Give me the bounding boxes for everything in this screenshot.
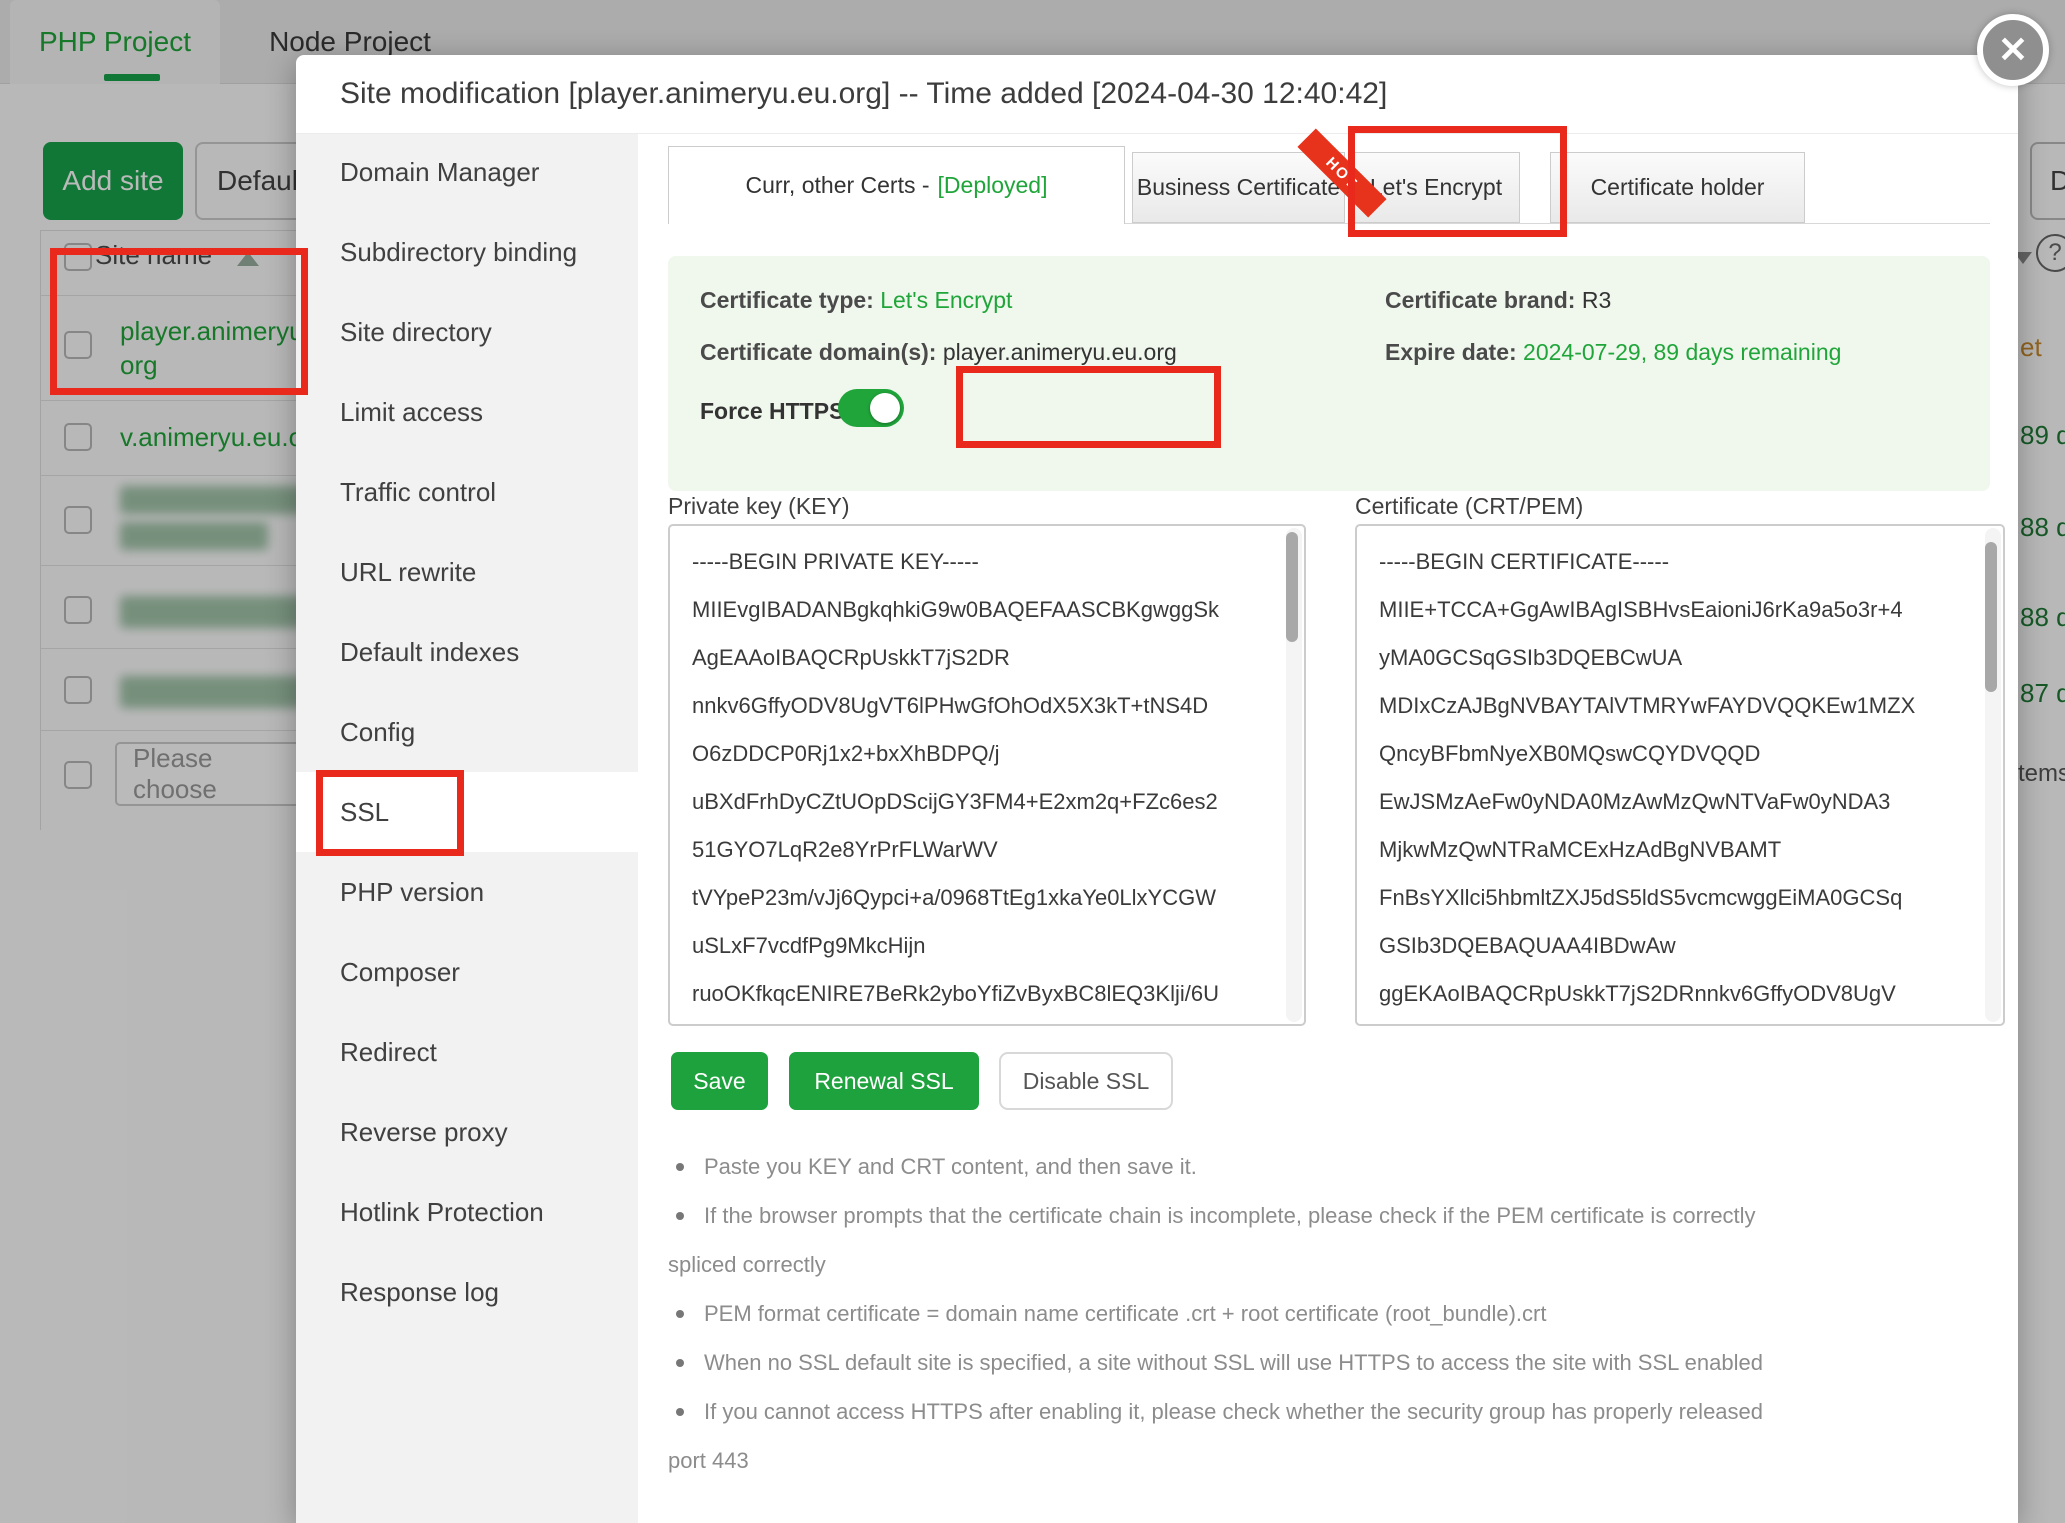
certificate-type-value: Let's Encrypt xyxy=(880,287,1012,313)
tab-lets-encrypt[interactable]: Let's Encrypt xyxy=(1352,152,1520,223)
expire-date-value: 2024-07-29, 89 days remaining xyxy=(1523,339,1841,365)
sidebar-item-ssl[interactable]: SSL xyxy=(296,772,638,852)
bullet-icon xyxy=(676,1212,684,1220)
bullet-icon xyxy=(676,1163,684,1171)
tab-certificate-holder[interactable]: Certificate holder xyxy=(1550,152,1805,223)
tab-current-certs[interactable]: Curr, other Certs - [Deployed] xyxy=(668,146,1125,224)
dialog-sidebar: Domain ManagerSubdirectory bindingSite d… xyxy=(296,134,638,1523)
sidebar-item-default-indexes[interactable]: Default indexes xyxy=(296,612,638,692)
private-key-scrollbar[interactable] xyxy=(1286,528,1302,1022)
tab-current-certs-label: Curr, other Certs - xyxy=(745,172,929,199)
screen: PHP Project Node Project Add site Defaul… xyxy=(0,0,2065,1523)
bullet-icon xyxy=(676,1408,684,1416)
force-https-label: Force HTTPS: xyxy=(700,398,852,425)
sidebar-item-subdirectory-binding[interactable]: Subdirectory binding xyxy=(296,212,638,292)
deployed-badge: [Deployed] xyxy=(938,172,1048,199)
sidebar-item-url-rewrite[interactable]: URL rewrite xyxy=(296,532,638,612)
sidebar-item-domain-manager[interactable]: Domain Manager xyxy=(296,132,638,212)
sidebar-item-reverse-proxy[interactable]: Reverse proxy xyxy=(296,1092,638,1172)
expire-date-label: Expire date: xyxy=(1385,339,1517,365)
private-key-field-wrap: -----BEGIN PRIVATE KEY----- MIIEvgIBADAN… xyxy=(668,524,1306,1026)
note-text: When no SSL default site is specified, a… xyxy=(704,1338,1763,1387)
sidebar-item-hotlink-protection[interactable]: Hotlink Protection xyxy=(296,1172,638,1252)
sidebar-item-site-directory[interactable]: Site directory xyxy=(296,292,638,372)
certificate-domain-value: player.animeryu.eu.org xyxy=(943,339,1177,365)
toggle-knob xyxy=(870,393,900,423)
sidebar-item-traffic-control[interactable]: Traffic control xyxy=(296,452,638,532)
certificate-type-label: Certificate type: xyxy=(700,287,874,313)
certificate-brand-value: R3 xyxy=(1582,287,1611,313)
note-text: Paste you KEY and CRT content, and then … xyxy=(704,1142,1197,1191)
sidebar-item-composer[interactable]: Composer xyxy=(296,932,638,1012)
note-text: If the browser prompts that the certific… xyxy=(704,1191,1756,1240)
note-text: spliced correctly xyxy=(668,1240,826,1289)
note-line: PEM format certificate = domain name cer… xyxy=(668,1289,2008,1338)
site-modification-dialog: Site modification [player.animeryu.eu.or… xyxy=(296,55,2018,1523)
certificate-domain-label: Certificate domain(s): xyxy=(700,339,936,365)
certificate-brand-label: Certificate brand: xyxy=(1385,287,1575,313)
note-text: port 443 xyxy=(668,1436,749,1485)
note-line: Paste you KEY and CRT content, and then … xyxy=(668,1142,2008,1191)
sidebar-item-limit-access[interactable]: Limit access xyxy=(296,372,638,452)
dialog-title: Site modification [player.animeryu.eu.or… xyxy=(340,55,1387,133)
private-key-textarea[interactable]: -----BEGIN PRIVATE KEY----- MIIEvgIBADAN… xyxy=(670,526,1304,1024)
certificate-type-row: Certificate type: Let's Encrypt xyxy=(700,287,1012,314)
note-line: If the browser prompts that the certific… xyxy=(668,1191,2008,1240)
note-text: If you cannot access HTTPS after enablin… xyxy=(704,1387,1763,1436)
note-line: If you cannot access HTTPS after enablin… xyxy=(668,1387,2008,1436)
scrollbar-thumb[interactable] xyxy=(1286,532,1298,642)
certificate-scrollbar[interactable] xyxy=(1985,528,2001,1022)
renewal-ssl-button[interactable]: Renewal SSL xyxy=(789,1052,979,1110)
sidebar-item-response-log[interactable]: Response log xyxy=(296,1252,638,1332)
certificate-domain-row: Certificate domain(s): player.animeryu.e… xyxy=(700,339,1177,366)
sidebar-item-config[interactable]: Config xyxy=(296,692,638,772)
sidebar-item-redirect[interactable]: Redirect xyxy=(296,1012,638,1092)
force-https-toggle[interactable] xyxy=(838,389,904,427)
certificate-brand-row: Certificate brand: R3 xyxy=(1385,287,1611,314)
certificate-pem-label: Certificate (CRT/PEM) xyxy=(1355,493,1583,520)
disable-ssl-button[interactable]: Disable SSL xyxy=(999,1052,1173,1110)
note-text: PEM format certificate = domain name cer… xyxy=(704,1289,1546,1338)
sidebar-item-php-version[interactable]: PHP version xyxy=(296,852,638,932)
certificate-textarea[interactable]: -----BEGIN CERTIFICATE----- MIIE+TCCA+Gg… xyxy=(1357,526,2003,1024)
expire-date-row: Expire date: 2024-07-29, 89 days remaini… xyxy=(1385,339,1841,366)
bullet-icon xyxy=(676,1310,684,1318)
scrollbar-thumb[interactable] xyxy=(1985,542,1997,692)
save-button[interactable]: Save xyxy=(671,1052,768,1110)
close-icon[interactable]: ✕ xyxy=(1977,14,2049,86)
bullet-icon xyxy=(676,1359,684,1367)
note-line: spliced correctly xyxy=(668,1240,2008,1289)
private-key-label: Private key (KEY) xyxy=(668,493,850,520)
note-line: port 443 xyxy=(668,1436,2008,1485)
note-line: When no SSL default site is specified, a… xyxy=(668,1338,2008,1387)
ssl-notes-list: Paste you KEY and CRT content, and then … xyxy=(668,1142,2008,1485)
certificate-field-wrap: -----BEGIN CERTIFICATE----- MIIE+TCCA+Gg… xyxy=(1355,524,2005,1026)
